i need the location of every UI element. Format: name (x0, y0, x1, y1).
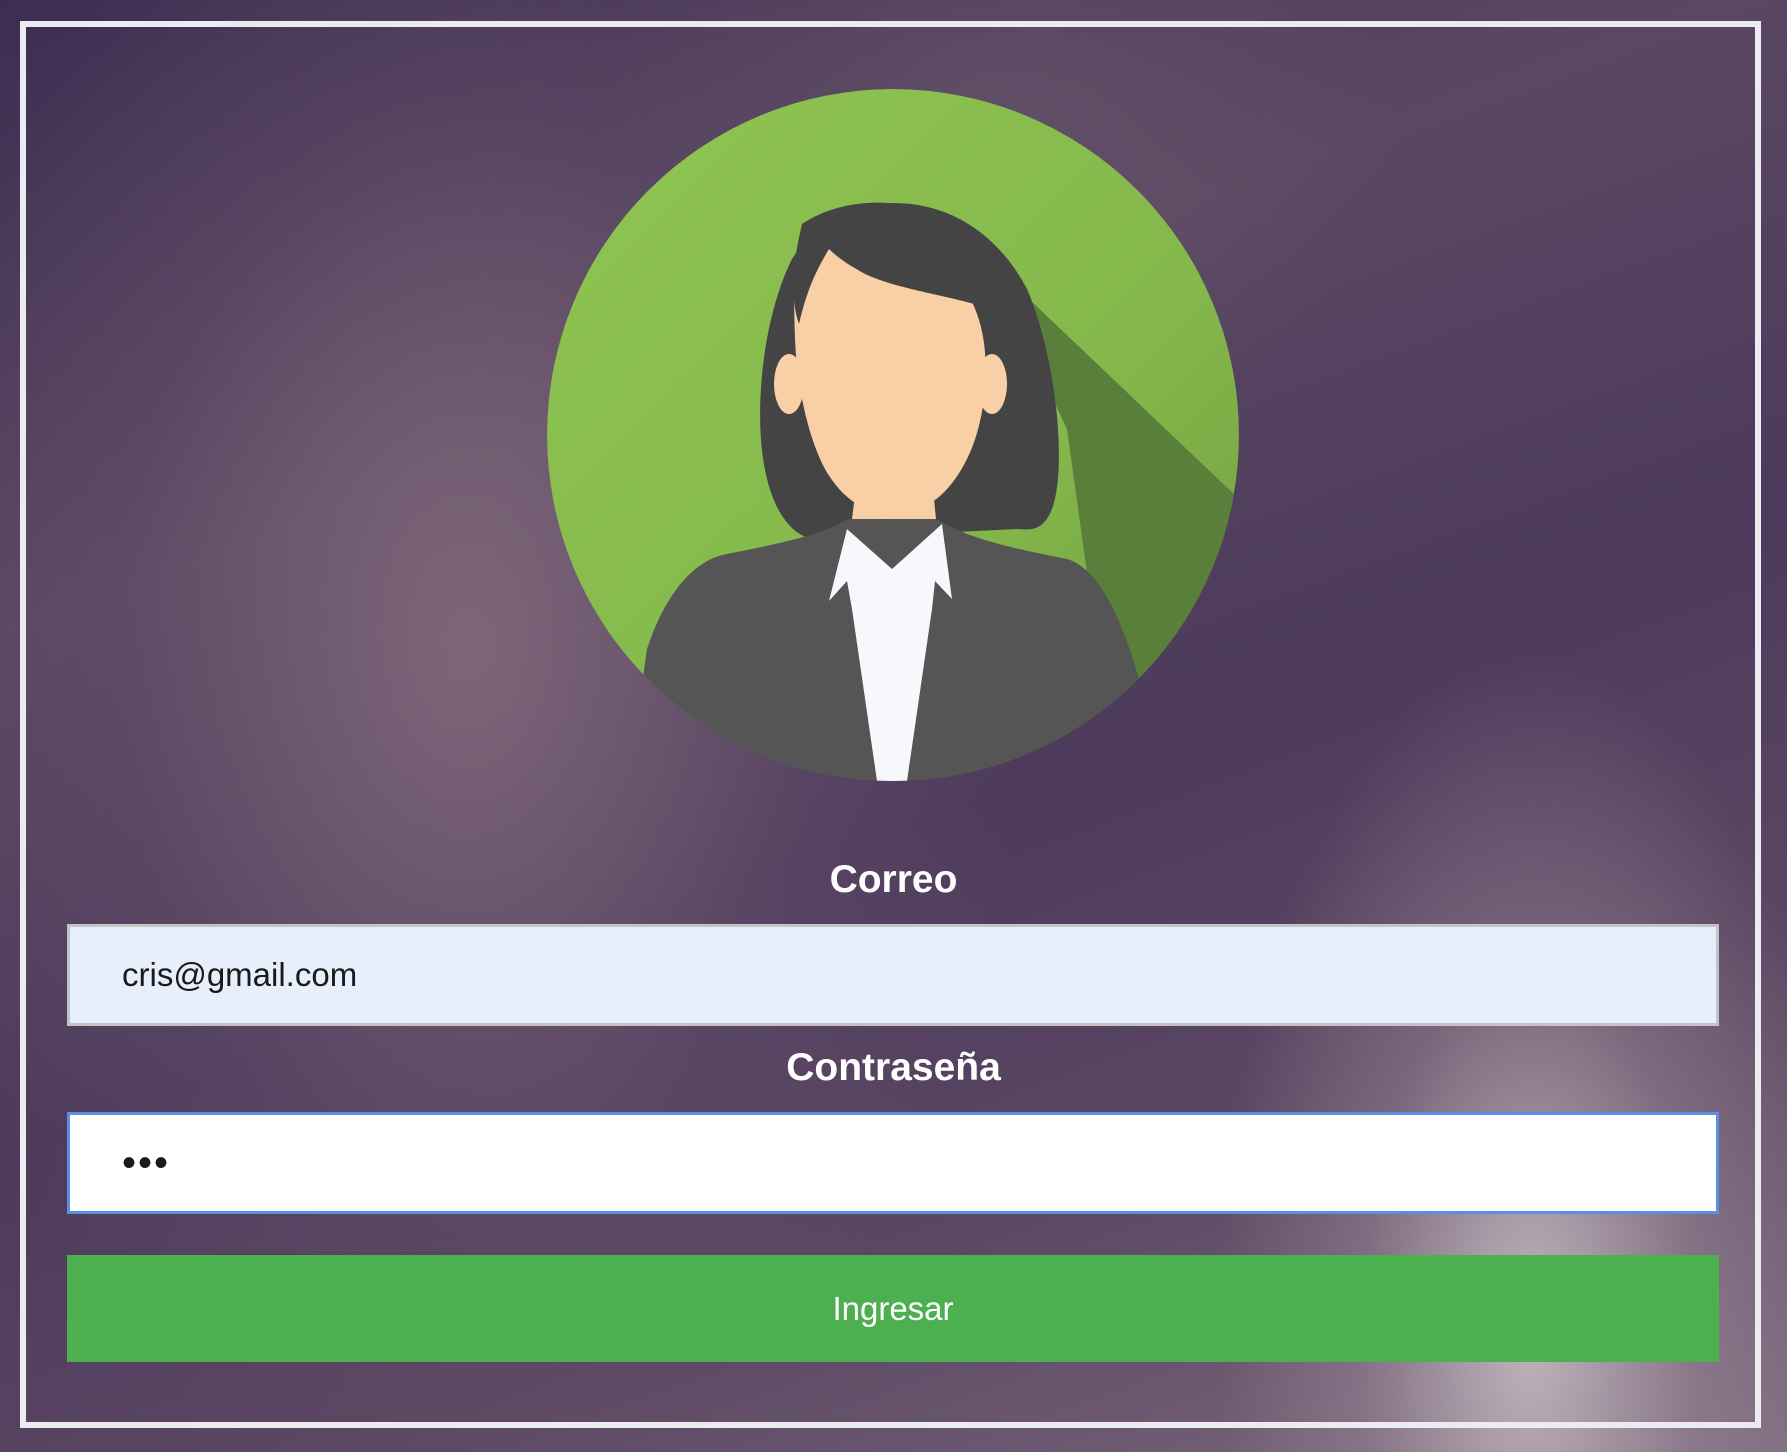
password-label: Contraseña (786, 1046, 1001, 1089)
user-avatar (547, 89, 1239, 781)
woman-avatar-icon (547, 89, 1239, 781)
email-label: Correo (829, 858, 958, 901)
password-field[interactable] (67, 1112, 1719, 1214)
email-field[interactable] (67, 924, 1719, 1026)
login-submit-button[interactable]: Ingresar (67, 1255, 1719, 1362)
